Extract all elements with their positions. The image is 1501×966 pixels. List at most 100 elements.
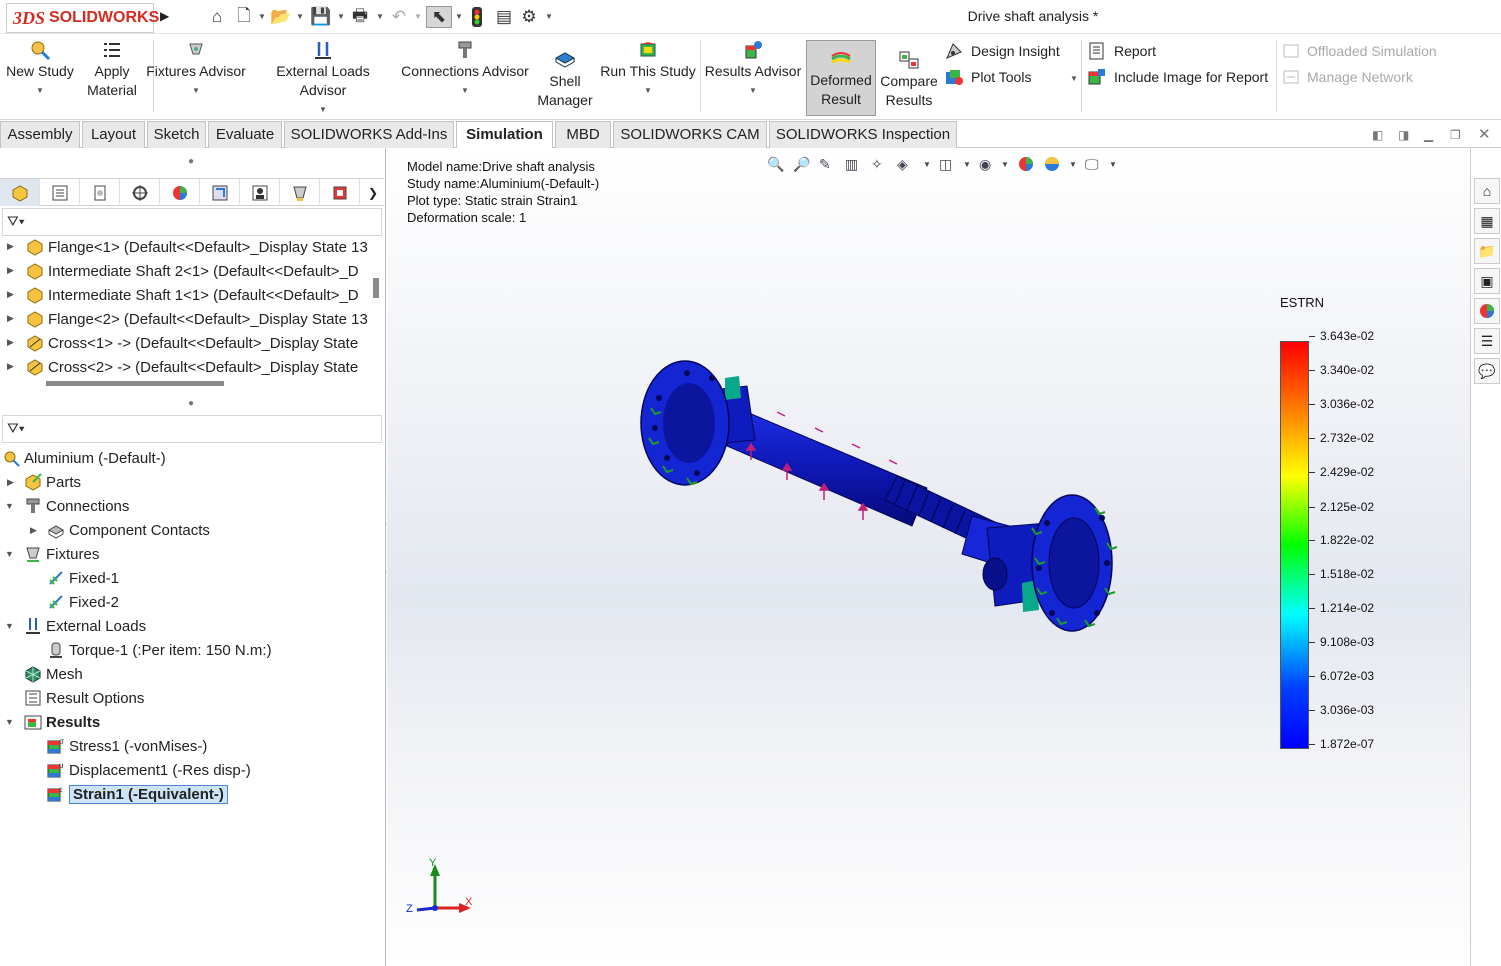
tab-mbd[interactable]: MBD <box>555 121 611 148</box>
open-icon[interactable]: 📂 <box>270 6 292 28</box>
tree-item-mesh[interactable]: Mesh <box>24 663 83 685</box>
save-dropdown-icon[interactable]: ▼ <box>337 12 345 21</box>
tree-item-results[interactable]: Results <box>24 711 100 733</box>
splitter-grip-icon[interactable]: ● <box>188 156 194 167</box>
design-insight-button[interactable]: Design Insight <box>944 40 1060 62</box>
plot-tools-button[interactable]: Plot Tools <box>944 66 1031 88</box>
tree-item-intermediate-shaft-2[interactable]: Intermediate Shaft 2<1> (Default<<Defaul… <box>26 260 359 282</box>
tab-layout[interactable]: Layout <box>82 121 145 148</box>
select-icon[interactable]: ⬉ <box>426 6 452 28</box>
plot-tools-dropdown-icon[interactable]: ▼ <box>1070 74 1078 83</box>
dimxpert-tab-icon[interactable] <box>120 179 160 206</box>
color-legend-bar[interactable] <box>1280 341 1309 749</box>
custom-properties-icon[interactable]: ☰ <box>1474 328 1500 354</box>
tree-item-flange-1[interactable]: Flange<1> (Default<<Default>_Display Sta… <box>26 236 368 258</box>
open-dropdown-icon[interactable]: ▼ <box>296 12 304 21</box>
tab-simulation[interactable]: Simulation <box>456 121 553 149</box>
apply-material-button[interactable]: Apply Material <box>82 38 142 100</box>
new-doc-icon[interactable]: 🗋 <box>234 6 254 28</box>
chevron-down-icon[interactable]: ▼ <box>963 154 971 174</box>
appearances-icon[interactable] <box>1474 298 1500 324</box>
feature-tree-tab-icon[interactable] <box>0 179 40 206</box>
include-image-button[interactable]: Include Image for Report <box>1087 66 1268 88</box>
options-dropdown-icon[interactable]: ▼ <box>545 12 553 21</box>
menu-expand-icon[interactable]: ▶ <box>160 9 169 23</box>
chevron-down-icon[interactable]: ▼ <box>252 100 394 119</box>
print-icon[interactable]: 🖶 <box>348 6 372 28</box>
hide-show-icon[interactable]: ◉ <box>979 154 991 174</box>
section-view-icon[interactable]: ▥ <box>845 154 858 174</box>
expand-icon[interactable]: ▶ <box>30 525 37 536</box>
fixtures-advisor-button[interactable]: Fixtures Advisor ▼ <box>146 38 246 100</box>
tree-item-torque-1[interactable]: Torque-1 (:Per item: 150 N.m:) <box>47 639 272 661</box>
report-button[interactable]: Report <box>1087 40 1156 62</box>
chevron-down-icon[interactable]: ▼ <box>1109 154 1117 174</box>
tree-item-cross-1[interactable]: Cross<1> -> (Default<<Default>_Display S… <box>26 332 358 354</box>
display-manager-tab-icon[interactable] <box>160 179 200 206</box>
tree-item-displacement1[interactable]: u Displacement1 (-Res disp-) <box>47 759 251 781</box>
tab-assembly[interactable]: Assembly <box>0 121 80 148</box>
chevron-down-icon[interactable]: ▼ <box>1069 154 1077 174</box>
collapse-icon[interactable]: ▼ <box>5 621 14 631</box>
expand-icon[interactable]: ▶ <box>7 313 14 324</box>
expand-icon[interactable]: ▶ <box>7 289 14 300</box>
tree-item-external-loads[interactable]: External Loads <box>24 615 146 637</box>
cam-tab-icon[interactable] <box>200 179 240 206</box>
restore-icon[interactable]: ❐ <box>1450 128 1461 142</box>
file-properties-icon[interactable]: ▤ <box>492 6 516 28</box>
tree-item-flange-2[interactable]: Flange<2> (Default<<Default>_Display Sta… <box>26 308 368 330</box>
tab-evaluate[interactable]: Evaluate <box>208 121 282 148</box>
manage-network-button[interactable]: Manage Network <box>1282 66 1413 88</box>
expand-icon[interactable]: ▶ <box>7 337 14 348</box>
tab-solidworks-inspection[interactable]: SOLIDWORKS Inspection <box>769 121 957 148</box>
design-library-icon[interactable]: ▦ <box>1474 208 1500 234</box>
tile-left-icon[interactable]: ◧ <box>1372 128 1383 142</box>
tree-item-fixed-1[interactable]: Fixed-1 <box>47 567 119 589</box>
motion-study-tab-icon[interactable] <box>320 179 360 206</box>
collapse-icon[interactable]: ▼ <box>5 549 14 559</box>
inspection-tab-icon[interactable] <box>240 179 280 206</box>
tree-item-connections[interactable]: Connections <box>24 495 129 517</box>
tile-right-icon[interactable]: ◨ <box>1398 128 1409 142</box>
expand-icon[interactable]: ▶ <box>7 477 14 488</box>
chevron-down-icon[interactable]: ▼ <box>4 81 76 100</box>
solidworks-resources-icon[interactable]: ⌂ <box>1474 178 1500 204</box>
splitter-grip-icon[interactable]: ● <box>188 398 194 409</box>
home-icon[interactable]: ⌂ <box>206 6 228 28</box>
run-this-study-button[interactable]: Run This Study ▼ <box>600 38 696 100</box>
tab-sketch[interactable]: Sketch <box>147 121 206 148</box>
feature-tree-filter[interactable]: ⛛▾ <box>2 208 382 236</box>
view-settings-icon[interactable]: 🖵 <box>1085 154 1099 174</box>
undo-dropdown-icon[interactable]: ▼ <box>414 12 422 21</box>
simulation-tab-icon[interactable] <box>280 179 320 206</box>
file-explorer-icon[interactable]: 📁 <box>1474 238 1500 264</box>
shell-manager-button[interactable]: Shell Manager <box>534 48 596 110</box>
collapse-icon[interactable]: ▼ <box>5 501 14 511</box>
solidworks-logo[interactable]: 3DS SOLIDWORKS <box>6 3 159 33</box>
configuration-manager-tab-icon[interactable] <box>80 179 120 206</box>
minimize-icon[interactable]: ▁ <box>1424 128 1433 142</box>
external-loads-advisor-button[interactable]: External Loads Advisor ▼ <box>252 38 394 119</box>
new-dropdown-icon[interactable]: ▼ <box>258 12 266 21</box>
tree-item-component-contacts[interactable]: Component Contacts <box>47 519 210 541</box>
tree-item-strain1[interactable]: ε Strain1 (-Equivalent-) <box>44 783 228 805</box>
study-root[interactable]: Aluminium (-Default-) <box>2 447 166 469</box>
close-icon[interactable]: ✕ <box>1478 125 1491 143</box>
dynamic-annotation-icon[interactable]: ✧ <box>871 154 883 174</box>
deformed-result-button[interactable]: Deformed Result <box>806 40 876 116</box>
apply-scene-icon[interactable] <box>1043 154 1061 174</box>
chevron-down-icon[interactable]: ▼ <box>600 81 696 100</box>
tree-item-intermediate-shaft-1[interactable]: Intermediate Shaft 1<1> (Default<<Defaul… <box>26 284 359 306</box>
connections-advisor-button[interactable]: Connections Advisor ▼ <box>400 38 530 100</box>
zoom-to-area-icon[interactable]: 🔎 <box>793 154 810 174</box>
new-study-button[interactable]: New Study ▼ <box>4 38 76 100</box>
tree-item-parts[interactable]: Parts <box>24 471 81 493</box>
view-orientation-icon[interactable]: ◈ <box>897 154 908 174</box>
expand-icon[interactable]: ▶ <box>7 241 14 252</box>
edit-appearance-icon[interactable] <box>1017 154 1035 174</box>
view-palette-icon[interactable]: ▣ <box>1474 268 1500 294</box>
vertical-scrollbar[interactable] <box>373 278 379 298</box>
tree-item-fixtures[interactable]: Fixtures <box>24 543 99 565</box>
undo-icon[interactable]: ↶ <box>388 6 410 28</box>
tree-item-result-options[interactable]: Result Options <box>24 687 144 709</box>
